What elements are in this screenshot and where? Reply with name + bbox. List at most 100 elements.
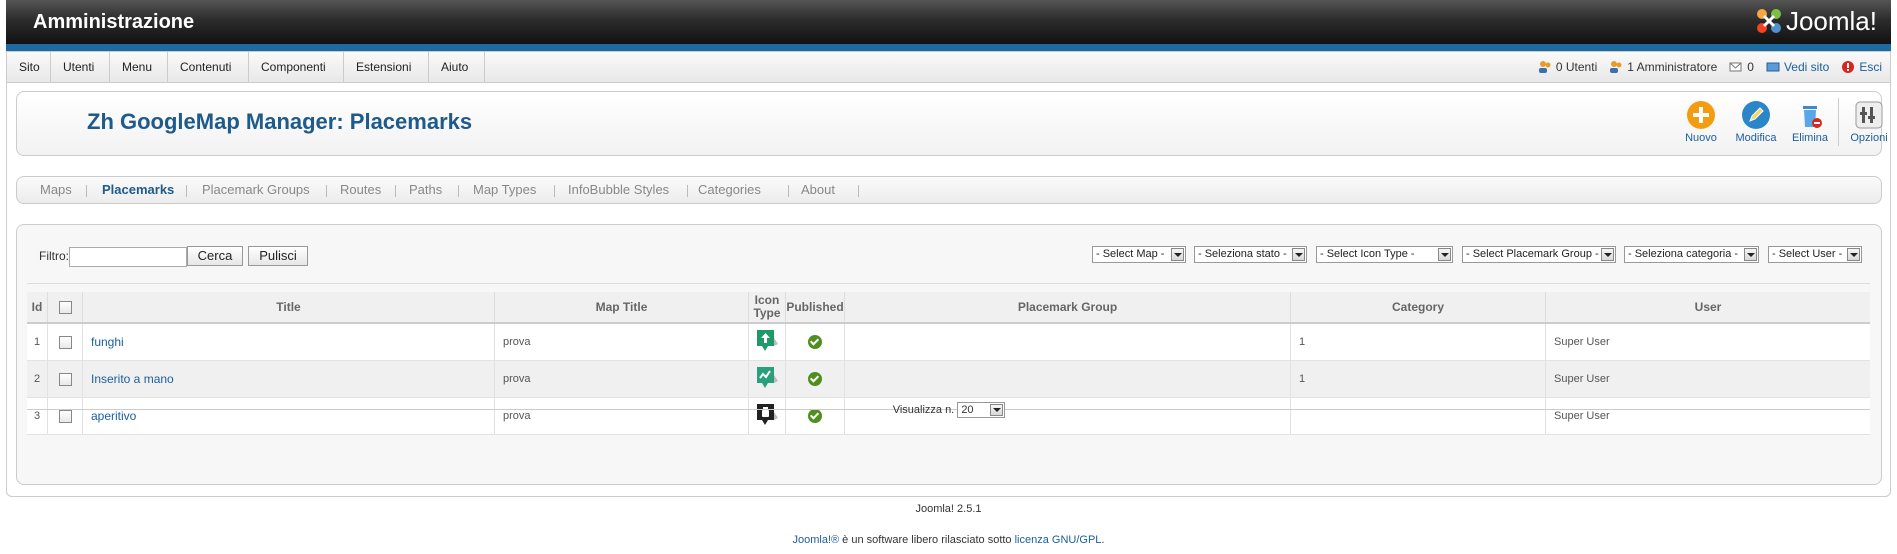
row-checkbox[interactable] <box>58 372 72 386</box>
col-title[interactable]: Title <box>82 292 495 324</box>
menu-item-componenti[interactable]: Componenti <box>249 52 344 82</box>
tab-separator <box>788 185 789 197</box>
toolbar-divider <box>1838 98 1839 146</box>
messages-icon <box>1729 62 1742 72</box>
admin-menu-bar: Sito Utenti Menu Contenuti Componenti Es… <box>6 51 1891 83</box>
status-admins: 1 Amministratore <box>1609 60 1717 74</box>
menu-item-estensioni[interactable]: Estensioni <box>344 52 429 82</box>
joomla-logo-text: Joomla! <box>1785 5 1877 36</box>
filter-label: Filtro: <box>39 249 69 263</box>
tab-placemarks[interactable]: Placemarks <box>102 177 174 203</box>
chevron-down-icon <box>1171 248 1184 261</box>
table-row: 1 funghi prova 1 Super User <box>27 323 1870 361</box>
list-panel: Filtro: Cerca Pulisci - Select Map - - S… <box>16 224 1882 485</box>
tab-paths[interactable]: Paths <box>409 177 442 203</box>
new-button[interactable]: Nuovo <box>1674 96 1728 148</box>
select-icon-type[interactable]: - Select Icon Type - <box>1316 246 1453 263</box>
chevron-down-icon <box>1292 248 1305 261</box>
tab-map-types[interactable]: Map Types <box>473 177 536 203</box>
tab-separator <box>858 185 859 197</box>
select-status[interactable]: - Seleziona stato - <box>1194 246 1307 263</box>
view-site-link[interactable]: Vedi sito <box>1766 60 1829 74</box>
col-map-title[interactable]: Map Title <box>494 292 749 324</box>
tab-separator <box>186 185 187 197</box>
admins-icon <box>1610 61 1622 73</box>
col-placemark-group[interactable]: Placemark Group <box>844 292 1291 324</box>
row-placemark-group <box>844 323 1291 361</box>
row-placemark-group <box>844 360 1291 398</box>
edit-button[interactable]: Modifica <box>1729 96 1783 148</box>
row-id: 1 <box>27 323 48 361</box>
tab-separator <box>554 185 555 197</box>
row-user: Super User <box>1545 360 1870 398</box>
col-category[interactable]: Category <box>1290 292 1546 324</box>
tab-placemark-groups[interactable]: Placemark Groups <box>202 177 310 203</box>
published-check-icon[interactable] <box>808 335 822 349</box>
up-arrow-marker-icon <box>757 329 778 351</box>
tab-routes[interactable]: Routes <box>340 177 381 203</box>
joomla-link[interactable]: Joomla!® <box>793 534 840 546</box>
chevron-down-icon <box>990 404 1004 416</box>
edit-icon <box>1742 101 1770 129</box>
row-icon-cell <box>748 323 786 361</box>
select-map[interactable]: - Select Map - <box>1092 246 1186 263</box>
row-checkbox-cell <box>47 323 83 361</box>
row-published-cell <box>785 323 845 361</box>
users-icon <box>1538 61 1551 73</box>
col-icon-type[interactable]: Icon Type <box>748 292 786 324</box>
delete-button[interactable]: Elimina <box>1783 96 1837 148</box>
view-site-icon <box>1766 62 1780 72</box>
pagination-label: Visualizza n. <box>892 403 955 416</box>
menu-item-menu[interactable]: Menu <box>110 52 168 82</box>
select-category[interactable]: - Seleziona categoria - <box>1624 246 1759 263</box>
select-placemark-group[interactable]: - Select Placemark Group - <box>1462 246 1616 263</box>
search-button[interactable]: Cerca <box>187 246 243 266</box>
row-map-title: prova <box>494 323 749 361</box>
clear-button[interactable]: Pulisci <box>248 246 308 266</box>
col-user[interactable]: User <box>1545 292 1870 324</box>
status-users: 0 Utenti <box>1538 60 1597 74</box>
status-messages: 0 <box>1729 60 1754 74</box>
row-title-cell: funghi <box>82 323 495 361</box>
status-bar: 0 Utenti 1 Amministratore 0 Vedi sito Es… <box>1526 52 1882 82</box>
page-size-select[interactable]: 20 <box>957 402 1006 418</box>
row-category: 1 <box>1290 323 1546 361</box>
draw-marker-icon <box>757 366 778 388</box>
trash-icon <box>1803 106 1822 128</box>
license-link[interactable]: licenza GNU/GPL <box>1015 534 1102 546</box>
submenu-tabs: Maps Placemarks Placemark Groups Routes … <box>16 176 1882 204</box>
row-checkbox-cell <box>47 360 83 398</box>
col-published[interactable]: Published <box>785 292 845 324</box>
tab-categories[interactable]: Categories <box>698 177 761 203</box>
col-id[interactable]: Id <box>27 292 48 324</box>
row-checkbox[interactable] <box>58 335 72 349</box>
tab-separator <box>86 185 87 197</box>
select-user[interactable]: - Select User - <box>1768 246 1862 263</box>
tab-about[interactable]: About <box>801 177 835 203</box>
toolbar-panel: Zh GoogleMap Manager: Placemarks Nuovo M… <box>16 91 1888 156</box>
row-icon-cell <box>748 360 786 398</box>
row-map-title: prova <box>494 360 749 398</box>
logout-icon <box>1842 61 1855 73</box>
tab-separator <box>458 185 459 197</box>
page-title: Zh GoogleMap Manager: Placemarks <box>87 109 473 134</box>
tab-maps[interactable]: Maps <box>40 177 72 203</box>
chevron-down-icon <box>1438 248 1451 261</box>
footer-license: Joomla!® è un software libero rilasciato… <box>792 534 1105 546</box>
menu-item-contenuti[interactable]: Contenuti <box>168 52 249 82</box>
menu-item-sito[interactable]: Sito <box>7 52 51 82</box>
check-all-checkbox[interactable] <box>58 301 72 315</box>
chevron-down-icon <box>1601 248 1614 261</box>
options-button[interactable]: Opzioni <box>1842 96 1896 148</box>
logout-link[interactable]: Esci <box>1841 60 1882 74</box>
menu-item-utenti[interactable]: Utenti <box>51 52 110 82</box>
filter-input[interactable] <box>69 247 187 267</box>
row-title-link[interactable]: funghi <box>91 335 124 349</box>
published-check-icon[interactable] <box>808 372 822 386</box>
filter-divider <box>27 283 1870 284</box>
tab-infobubble-styles[interactable]: InfoBubble Styles <box>568 177 669 203</box>
row-title-link[interactable]: Inserito a mano <box>91 372 174 386</box>
tab-separator <box>395 185 396 197</box>
row-id: 2 <box>27 360 48 398</box>
menu-item-aiuto[interactable]: Aiuto <box>429 52 485 82</box>
